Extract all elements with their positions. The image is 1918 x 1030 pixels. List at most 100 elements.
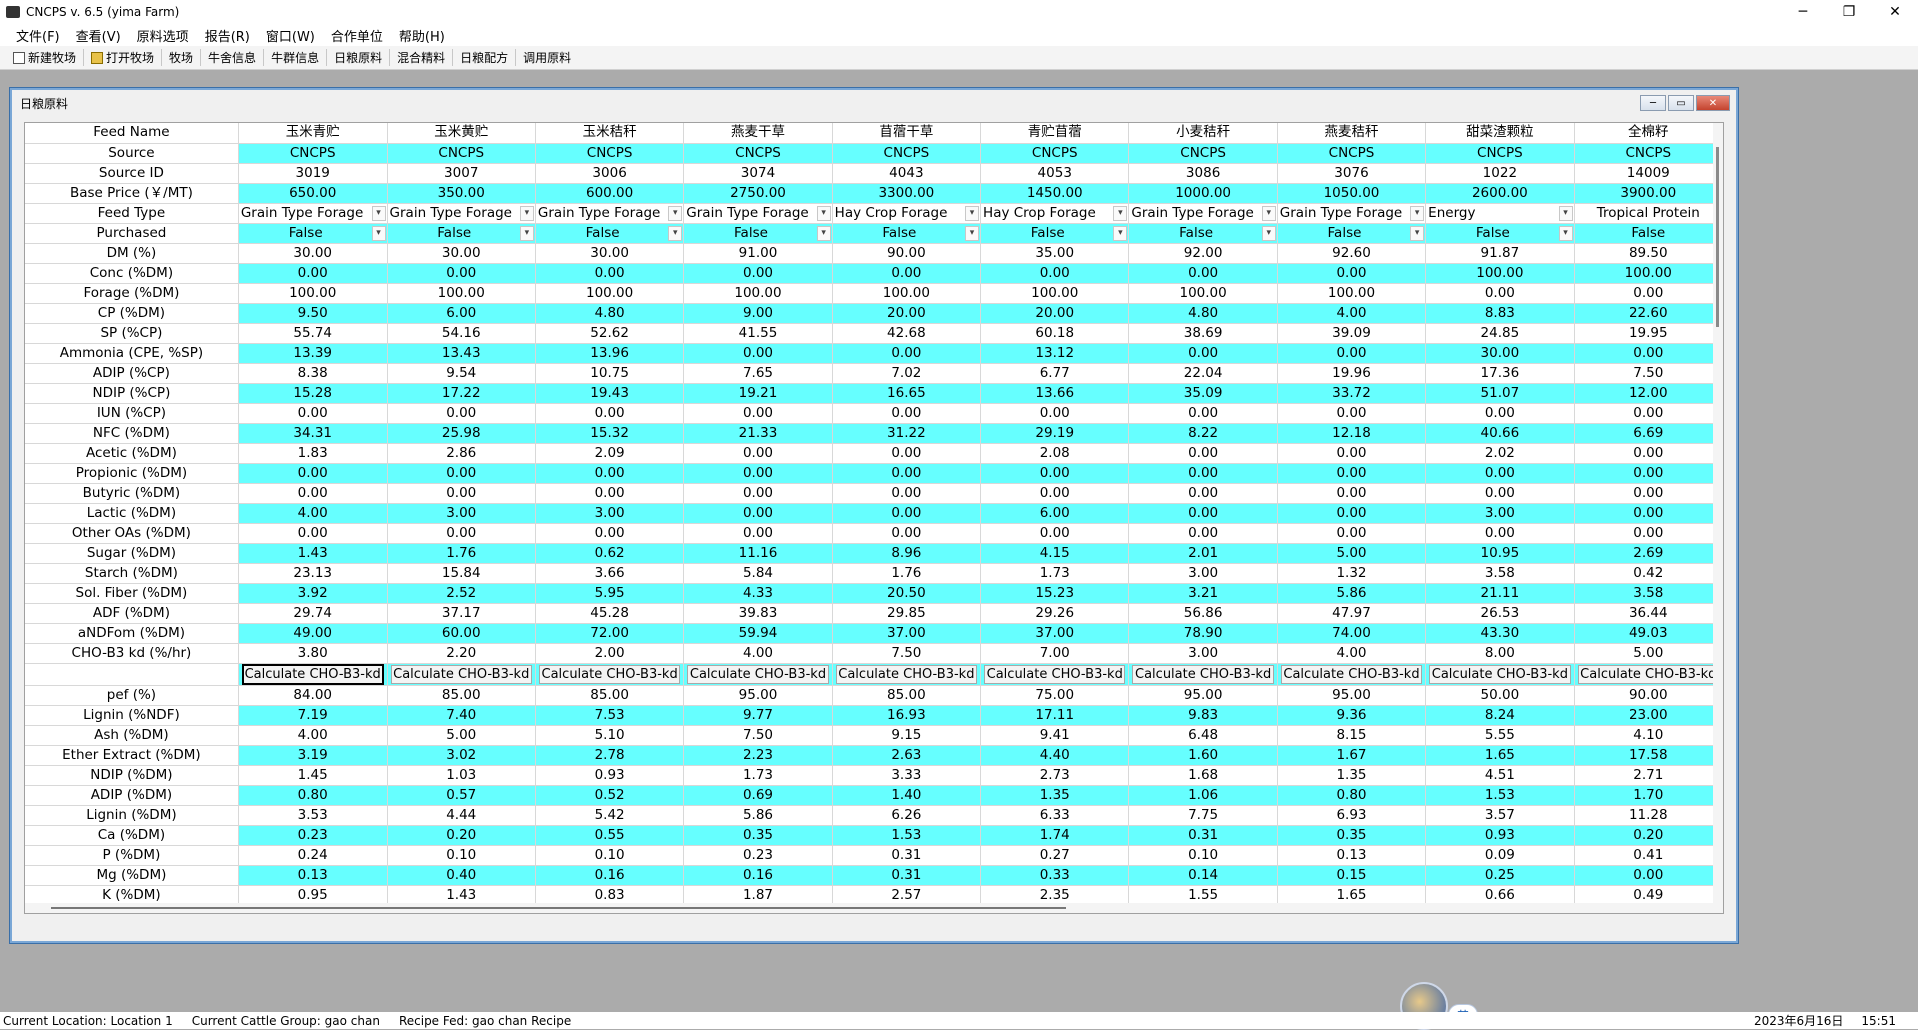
data-cell[interactable]: 0.57 [387, 785, 536, 806]
data-cell[interactable]: 29.19 [980, 423, 1130, 444]
data-cell[interactable]: 4.51 [1425, 765, 1575, 786]
data-cell[interactable]: 0.00 [980, 523, 1130, 544]
data-cell[interactable]: 0.00 [1128, 343, 1278, 364]
data-cell[interactable]: 12.00 [1574, 383, 1723, 404]
data-cell[interactable]: 0.00 [1574, 865, 1723, 886]
data-cell[interactable]: 3.19 [238, 745, 388, 766]
data-cell[interactable]: 49.00 [238, 623, 388, 644]
data-cell[interactable]: 4.00 [238, 503, 388, 524]
data-cell[interactable]: 0.00 [1425, 403, 1575, 424]
data-cell[interactable]: 0.10 [387, 845, 536, 866]
menu-view[interactable]: 查看(V) [68, 26, 129, 45]
data-cell[interactable]: 0.00 [1574, 523, 1723, 544]
chevron-down-icon[interactable]: ▾ [1113, 225, 1128, 241]
horizontal-scrollbar[interactable] [25, 903, 1723, 913]
data-cell[interactable]: 30.00 [238, 243, 388, 264]
data-cell[interactable]: 9.41 [980, 725, 1130, 746]
data-cell[interactable]: 0.00 [980, 263, 1130, 284]
data-cell[interactable]: 3.00 [1128, 563, 1278, 584]
data-cell[interactable]: 1.06 [1128, 785, 1278, 806]
calculate-cho-b3-kd-button[interactable]: Calculate CHO-B3-kd [538, 664, 681, 684]
dropdown-cell[interactable]: Energy ▾ [1425, 203, 1575, 224]
data-cell[interactable]: 0.00 [387, 483, 536, 504]
child-maximize-button[interactable]: ▭ [1668, 95, 1694, 111]
column-header[interactable]: 小麦秸秆 [1128, 123, 1278, 144]
chevron-down-icon[interactable]: ▾ [371, 225, 386, 241]
data-cell[interactable]: 20.50 [832, 583, 982, 604]
data-cell[interactable]: 34.31 [238, 423, 388, 444]
data-cell[interactable]: 22.60 [1574, 303, 1723, 324]
vertical-scrollbar[interactable] [1713, 123, 1723, 913]
data-cell[interactable]: 3.58 [1425, 563, 1575, 584]
data-cell[interactable]: 8.96 [832, 543, 982, 564]
child-minimize-button[interactable]: ─ [1640, 95, 1666, 111]
data-cell[interactable]: 3086 [1128, 163, 1278, 184]
column-header[interactable]: 燕麦干草 [683, 123, 833, 144]
data-cell[interactable]: 2600.00 [1425, 183, 1575, 204]
data-cell[interactable]: 0.52 [535, 785, 685, 806]
data-cell[interactable]: 0.27 [980, 845, 1130, 866]
data-cell[interactable]: 1050.00 [1277, 183, 1427, 204]
data-cell[interactable]: 0.25 [1425, 865, 1575, 886]
feed-grid[interactable]: Feed Name 玉米青贮 玉米黄贮 玉米秸秆 燕麦干草 苜蓿干草 青贮苜蓿 小麦秸秆 燕麦… [24, 122, 1724, 914]
data-cell[interactable]: 22.04 [1128, 363, 1278, 384]
dropdown-cell[interactable]: Hay Crop Forage ▾ [980, 203, 1130, 224]
data-cell[interactable]: 7.53 [535, 705, 685, 726]
data-cell[interactable]: 5.42 [535, 805, 685, 826]
data-cell[interactable]: 3300.00 [832, 183, 982, 204]
data-cell[interactable]: 0.00 [683, 503, 833, 524]
data-cell[interactable]: 0.24 [238, 845, 388, 866]
data-cell[interactable]: 41.55 [683, 323, 833, 344]
data-cell[interactable]: 0.42 [1574, 563, 1723, 584]
data-cell[interactable]: 4.00 [1277, 643, 1427, 664]
data-cell[interactable]: 85.00 [535, 685, 685, 706]
calculate-cho-b3-kd-button[interactable]: Calculate CHO-B3-kd [687, 664, 829, 684]
data-cell[interactable]: 19.43 [535, 383, 685, 404]
column-header[interactable]: 苜蓿干草 [832, 123, 982, 144]
data-cell[interactable]: 2.09 [535, 443, 685, 464]
data-cell[interactable]: 0.00 [683, 463, 833, 484]
vertical-scroll-thumb[interactable] [1716, 147, 1719, 327]
data-cell[interactable]: 0.00 [832, 343, 982, 364]
open-farm-button[interactable]: 打开牧场 [84, 49, 163, 66]
data-cell[interactable]: 0.00 [1574, 503, 1723, 524]
data-cell[interactable]: 45.28 [535, 603, 685, 624]
data-cell[interactable]: 72.00 [535, 623, 685, 644]
data-cell[interactable]: 0.00 [980, 483, 1130, 504]
chevron-down-icon[interactable]: ▾ [816, 225, 831, 241]
chevron-down-icon[interactable]: ▾ [1558, 225, 1573, 241]
data-cell[interactable]: 17.58 [1574, 745, 1723, 766]
data-cell[interactable]: 37.00 [980, 623, 1130, 644]
data-cell[interactable]: 35.00 [980, 243, 1130, 264]
data-cell[interactable]: 8.83 [1425, 303, 1575, 324]
data-cell[interactable]: 5.10 [535, 725, 685, 746]
data-cell[interactable]: 29.85 [832, 603, 982, 624]
chevron-down-icon[interactable]: ▾ [965, 205, 980, 221]
data-cell[interactable]: 9.15 [832, 725, 982, 746]
data-cell[interactable]: 5.00 [1574, 643, 1723, 664]
data-cell[interactable]: 1.65 [1425, 745, 1575, 766]
ration-feeds-button[interactable]: 日粮原料 [327, 49, 391, 66]
data-cell[interactable]: 0.35 [1277, 825, 1427, 846]
mixed-concentrate-button[interactable]: 混合精料 [390, 49, 454, 66]
chevron-down-icon[interactable]: ▾ [519, 225, 534, 241]
data-cell[interactable]: 0.00 [1128, 463, 1278, 484]
data-cell[interactable]: 7.50 [832, 643, 982, 664]
data-cell[interactable]: 0.00 [683, 403, 833, 424]
data-cell[interactable]: 60.18 [980, 323, 1130, 344]
data-cell[interactable]: 100.00 [1128, 283, 1278, 304]
data-cell[interactable]: 20.00 [832, 303, 982, 324]
data-cell[interactable]: 2.78 [535, 745, 685, 766]
calculate-button-cell[interactable]: Calculate CHO-B3-kd [387, 663, 536, 686]
calculate-button-cell[interactable]: Calculate CHO-B3-kd [683, 663, 833, 686]
data-cell[interactable]: CNCPS [1277, 143, 1427, 164]
close-button[interactable]: ✕ [1872, 0, 1918, 24]
data-cell[interactable]: 4.40 [980, 745, 1130, 766]
data-cell[interactable]: 13.66 [980, 383, 1130, 404]
load-feeds-button[interactable]: 调用原料 [516, 49, 578, 66]
data-cell[interactable]: 1.40 [832, 785, 982, 806]
data-cell[interactable]: 4.80 [535, 303, 685, 324]
data-cell[interactable]: 42.68 [832, 323, 982, 344]
data-cell[interactable]: 1000.00 [1128, 183, 1278, 204]
data-cell[interactable]: Tropical Protein [1574, 203, 1723, 224]
